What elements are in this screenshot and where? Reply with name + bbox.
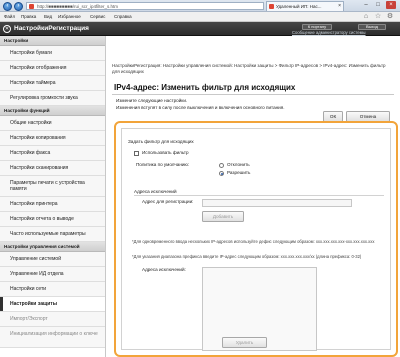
- home-icon[interactable]: ⌂: [362, 13, 370, 21]
- menu-favorites[interactable]: Избранное: [58, 14, 81, 20]
- sidebar-item-output-report[interactable]: Настройки отчета о выводе: [0, 212, 105, 227]
- sidebar-item-fax[interactable]: Настройки факса: [0, 146, 105, 161]
- sidebar-section-system: Настройки управления системой: [0, 242, 105, 252]
- sidebar-item-memory-print[interactable]: Параметры печати с устройства памяти: [0, 176, 105, 197]
- app-header: ✕ НастройкиРегистрация К порталу Выход С…: [0, 22, 400, 36]
- app-title: НастройкиРегистрация: [14, 25, 89, 32]
- settings-gear-icon[interactable]: ⚙: [386, 13, 394, 21]
- sidebar-item-network[interactable]: Настройки сети: [0, 282, 105, 297]
- sidebar-item-printer[interactable]: Настройки принтера: [0, 197, 105, 212]
- tab-title: Удаленный ИП: Нас...: [276, 4, 322, 9]
- register-address-input[interactable]: [202, 199, 352, 207]
- delete-button[interactable]: Удалить: [222, 337, 267, 348]
- sidebar-item-scan[interactable]: Настройки сканирования: [0, 161, 105, 176]
- sidebar-item-display[interactable]: Настройки отображения: [0, 61, 105, 76]
- note-prefix: *Для указания диапазона префикса введите…: [132, 254, 362, 259]
- sidebar-item-key-init[interactable]: Инициализация информации о ключе: [0, 327, 105, 348]
- address-text: http://■■■■■■■■■/rui_scr_ip4filter_s.htm: [37, 4, 118, 9]
- sidebar-item-common[interactable]: Общие настройки: [0, 116, 105, 131]
- sidebar-section-functions: Настройки функций: [0, 106, 105, 116]
- sidebar-item-department-id[interactable]: Управление ИД отдела: [0, 267, 105, 282]
- menu-tools[interactable]: Сервис: [90, 14, 105, 20]
- sidebar: Настройки Настройки бумаги Настройки ото…: [0, 36, 106, 357]
- sidebar-item-timer[interactable]: Настройки таймера: [0, 76, 105, 91]
- add-button[interactable]: Добавить: [202, 211, 244, 222]
- site-icon: [29, 4, 34, 9]
- menu-help[interactable]: Справка: [114, 14, 132, 20]
- sidebar-item-volume[interactable]: Регулировка громкости звука: [0, 91, 105, 106]
- forward-icon[interactable]: ›: [14, 2, 23, 11]
- policy-reject-label: Отклонить: [227, 162, 250, 167]
- filter-panel-highlight: Задать фильтр для исходящих Использовать…: [114, 121, 398, 357]
- exception-list-label: Адреса исключений:: [142, 267, 186, 272]
- browser-tab[interactable]: Удаленный ИП: Нас... ×: [266, 1, 344, 11]
- menu-edit[interactable]: Правка: [21, 14, 36, 20]
- filter-settings-box: Задать фильтр для исходящих Использовать…: [121, 128, 391, 351]
- use-filter-label: Использовать фильтр: [142, 150, 189, 155]
- default-policy-label: Политика по умолчанию:: [136, 162, 190, 167]
- intro-text: Измените следующие настройки. Изменения …: [116, 98, 285, 111]
- menu-view[interactable]: Вид: [44, 14, 52, 20]
- sidebar-item-copy[interactable]: Настройки копирования: [0, 131, 105, 146]
- filter-section-title: Задать фильтр для исходящих: [128, 139, 194, 144]
- address-bar[interactable]: http://■■■■■■■■■/rui_scr_ip4filter_s.htm: [26, 2, 264, 10]
- intro-line-2: Изменения вступят в силу после выключени…: [116, 104, 285, 110]
- back-icon[interactable]: ‹: [3, 2, 12, 11]
- page-title: IPv4-адрес: Изменить фильтр для исходящи…: [114, 83, 296, 92]
- main-content: НастройкиРегистрация: Настройки управлен…: [106, 36, 400, 357]
- policy-allow-radio[interactable]: [219, 171, 224, 176]
- sidebar-section-settings: Настройки: [0, 36, 105, 46]
- favorites-star-icon[interactable]: ☆: [374, 13, 382, 21]
- remote-ui-logo-icon: ✕: [3, 25, 11, 33]
- tab-close-icon[interactable]: ×: [338, 2, 341, 11]
- browser-titlebar: ‹ › http://■■■■■■■■■/rui_scr_ip4filter_s…: [0, 0, 400, 12]
- minimize-icon[interactable]: –: [361, 1, 371, 9]
- title-divider: [112, 94, 394, 95]
- exception-addresses-title: Адреса исключений: [134, 189, 384, 196]
- admin-message-link[interactable]: Сообщение администратору системы: [292, 30, 366, 35]
- policy-reject-radio[interactable]: [219, 163, 224, 168]
- menu-file[interactable]: Файл: [4, 14, 15, 20]
- use-filter-checkbox[interactable]: [134, 151, 139, 156]
- sidebar-item-security[interactable]: Настройки защиты: [0, 297, 105, 312]
- menu-bar: Файл Правка Вид Избранное Сервис Справка: [0, 12, 400, 22]
- sidebar-item-import-export[interactable]: Импорт/Экспорт: [0, 312, 105, 327]
- sidebar-item-favorites[interactable]: Часто используемые параметры: [0, 227, 105, 242]
- breadcrumb: НастройкиРегистрация: Настройки управлен…: [112, 63, 386, 74]
- close-window-icon[interactable]: ×: [386, 1, 396, 9]
- maximize-icon[interactable]: □: [373, 1, 383, 9]
- sidebar-item-system-management[interactable]: Управление системой: [0, 252, 105, 267]
- tab-site-icon: [269, 4, 274, 9]
- note-range: *Для одновременного ввода нескольких IP-…: [132, 239, 375, 244]
- sidebar-item-paper[interactable]: Настройки бумаги: [0, 46, 105, 61]
- policy-allow-label: Разрешить: [227, 170, 251, 175]
- register-address-label: Адрес для регистрации:: [142, 199, 194, 204]
